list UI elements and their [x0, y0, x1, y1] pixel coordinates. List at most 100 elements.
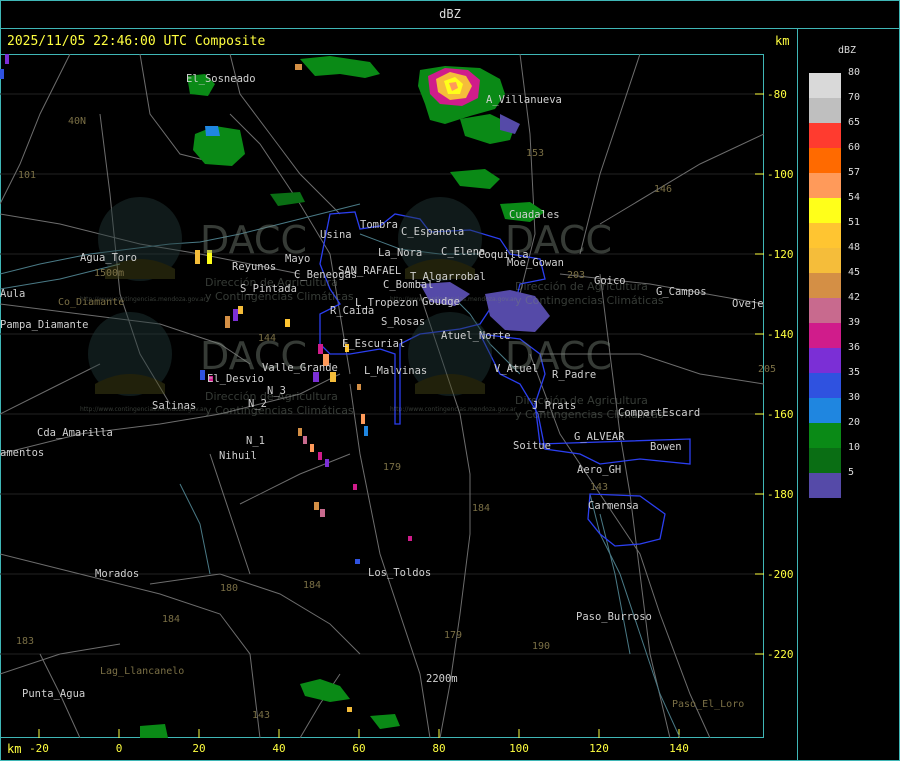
legend-label: 65 — [848, 117, 861, 128]
y-tick-label: -180 — [767, 488, 794, 501]
route-label: 180 — [220, 583, 239, 594]
unit-label-top: km — [775, 34, 790, 48]
x-tick-label: 60 — [352, 742, 366, 755]
place-label: Co_Diamante — [58, 297, 125, 308]
place-label: Agua_Toro — [80, 252, 137, 264]
legend-label: 20 — [848, 417, 861, 428]
place-label: G_ALVEAR — [574, 431, 625, 443]
legend-label: 39 — [848, 317, 861, 328]
place-label: Los_Toldos — [368, 567, 432, 579]
y-tick-label: -120 — [767, 248, 794, 261]
y-tick-label: -100 — [767, 168, 794, 181]
legend-label: 60 — [848, 142, 861, 153]
x-tick-label: 0 — [115, 742, 123, 755]
place-label: S_Rosas — [381, 316, 426, 328]
place-label: Mayo — [285, 253, 311, 265]
legend-swatch — [809, 323, 841, 348]
watermark-line1: Dirección de Agricultura — [515, 280, 648, 293]
place-label: Soitue — [513, 440, 551, 452]
place-label: CompartEscard — [618, 407, 701, 419]
route-label: 184 — [472, 503, 491, 514]
x-tick-label: 20 — [192, 742, 206, 755]
legend-swatch — [809, 173, 841, 198]
unit-label-bottom: km — [7, 742, 22, 756]
place-label: Nihuil — [219, 450, 257, 462]
legend-label: 36 — [848, 342, 861, 353]
place-label: Punta_Agua — [22, 688, 86, 700]
legend-label: 51 — [848, 217, 861, 228]
route-label: 143 — [590, 482, 609, 493]
radar-map[interactable] — [0, 54, 764, 738]
legend-swatch — [809, 423, 841, 448]
legend-swatch — [809, 298, 841, 323]
legend-label: 10 — [848, 442, 861, 453]
place-label: Bowen — [650, 441, 682, 453]
watermark-line2: y Contingencias Climáticas — [515, 294, 664, 307]
watermark-url: http://www.contingencias.mendoza.gov.ar — [390, 406, 517, 413]
watermark-line2: y Contingencias Climáticas — [205, 404, 354, 417]
x-tick-label: 80 — [432, 742, 446, 755]
route-label: 40N — [68, 116, 87, 127]
route-label: 101 — [18, 170, 37, 181]
legend-swatch — [809, 398, 841, 423]
route-label: 183 — [16, 636, 35, 647]
y-tick-label: -220 — [767, 648, 794, 661]
x-tick-label: -20 — [29, 742, 49, 755]
legend-swatch — [809, 248, 841, 273]
place-label: C_Espanola — [401, 226, 465, 238]
route-label: Lag_Llancanelo — [100, 666, 185, 677]
elevation-label: 1500m — [94, 268, 125, 279]
y-tick-label: -140 — [767, 328, 794, 341]
place-label: Pampa_Diamante — [0, 319, 89, 331]
place-label: amentos — [0, 447, 45, 459]
place-label: A_Villanueva — [486, 94, 562, 106]
place-label: V_Atuel — [494, 363, 539, 375]
y-tick-label: -80 — [767, 88, 787, 101]
place-label: Oveje — [732, 298, 764, 310]
place-label: J_Prats — [532, 400, 577, 412]
place-label: Goudge — [422, 296, 460, 308]
place-label: El_Sosneado — [186, 73, 256, 85]
place-label: N_1 — [246, 435, 265, 447]
legend-title: dBZ — [838, 45, 857, 56]
x-tick-label: 100 — [509, 742, 529, 755]
plot-border — [0, 54, 764, 738]
legend-swatch — [809, 148, 841, 173]
legend-swatch — [809, 223, 841, 248]
legend-swatch — [809, 373, 841, 398]
x-tick-label: 40 — [272, 742, 286, 755]
route-label: 179 — [444, 630, 463, 641]
place-label: R_Padre — [552, 369, 597, 381]
irrigation-district-outline — [319, 211, 691, 547]
route-label: 153 — [526, 148, 545, 159]
y-tick-label: -200 — [767, 568, 794, 581]
legend-label: 5 — [848, 467, 855, 478]
elevation-label: 143 — [252, 710, 271, 721]
place-label: Valle_Grande — [262, 362, 338, 374]
route-label: 190 — [532, 641, 551, 652]
place-label: Cuadales — [509, 209, 560, 221]
legend-swatch — [809, 473, 841, 498]
place-label: E_Escurial — [342, 338, 406, 350]
legend-label: 48 — [848, 242, 861, 253]
place-label: N_2 — [248, 398, 267, 410]
legend-swatch — [809, 73, 841, 98]
legend-label: 54 — [848, 192, 861, 203]
place-label: Tombra — [360, 219, 398, 231]
place-label: Moe_Gowan — [507, 257, 564, 269]
x-tick-label: 120 — [589, 742, 609, 755]
place-label: Salinas — [152, 400, 197, 412]
place-label: 2200m — [426, 673, 458, 685]
legend-label: 35 — [848, 367, 861, 378]
legend-swatch — [809, 273, 841, 298]
legend-swatch — [809, 123, 841, 148]
roads — [0, 54, 764, 738]
legend-swatch — [809, 198, 841, 223]
route-label: 144 — [258, 333, 277, 344]
legend-swatch — [809, 98, 841, 123]
place-label: Goico — [594, 275, 626, 287]
place-label: G_Campos — [656, 286, 707, 298]
place-label: Reyunos — [232, 261, 277, 273]
legend-swatch — [809, 448, 841, 473]
legend-swatch — [809, 348, 841, 373]
